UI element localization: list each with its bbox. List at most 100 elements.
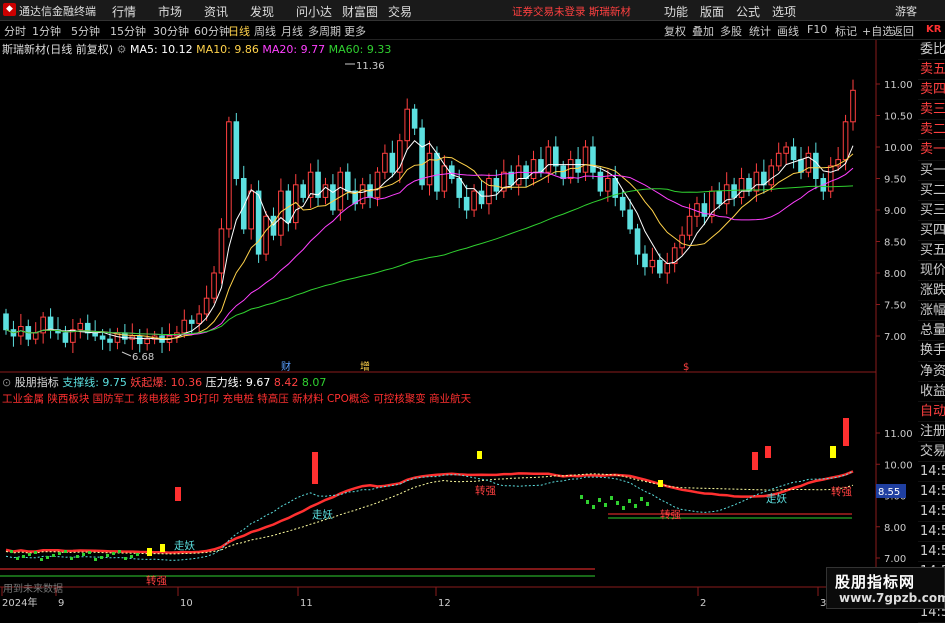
ma60-line (5, 185, 854, 335)
side-panel-item[interactable]: 交易 (918, 442, 945, 462)
signal-label: 转强 (146, 574, 167, 587)
period-tab-15min[interactable]: 15分钟 (110, 23, 146, 39)
period-tab-1min[interactable]: 1分钟 (32, 23, 61, 39)
app-title: 通达信金融终端 (19, 5, 96, 18)
period-tab-5min[interactable]: 5分钟 (71, 23, 100, 39)
tool-draw-button[interactable]: 画线 (777, 23, 799, 39)
candle-body (642, 253, 648, 268)
signal-dot (10, 550, 13, 553)
indicator-tick-label: 11.00 (884, 429, 913, 440)
signal-dot (46, 556, 49, 559)
period-tab-daily[interactable]: 日线 (228, 23, 250, 39)
candle-body (590, 146, 596, 173)
signal-label: 转强 (660, 508, 681, 521)
watermark-url: www.7gpzb.com (839, 591, 945, 605)
candle-body (790, 146, 797, 161)
period-tab-timeshare[interactable]: 分时 (4, 23, 26, 39)
signal-dot (622, 506, 625, 510)
candle-body (530, 159, 537, 179)
menu-item-wealth[interactable]: 财富圈 (342, 3, 388, 20)
chart-area[interactable]: 11.0010.5010.009.509.008.508.007.507.00 … (0, 40, 918, 609)
price-tick-label: 9.00 (884, 206, 906, 217)
signal-dot (640, 497, 643, 501)
tool-adjust-button[interactable]: 复权 (664, 23, 686, 39)
menu-item-market[interactable]: 市场 (158, 3, 204, 20)
candle-body (77, 322, 84, 331)
guest-user[interactable]: 游客 (895, 3, 917, 19)
candle-body (3, 313, 9, 331)
period-tab-weekly[interactable]: 周线 (254, 23, 276, 39)
menu-item-options[interactable]: 选项 (772, 3, 796, 20)
candle-body (605, 178, 611, 192)
event-mark-dollar[interactable]: $ (683, 362, 689, 373)
menu-item-function[interactable]: 功能 (664, 3, 688, 20)
event-mark-increase[interactable]: 增 (360, 360, 370, 373)
candle-body (434, 152, 440, 192)
signal-dot (82, 553, 85, 556)
signal-dot (58, 552, 61, 555)
side-panel-item: 净资 (918, 362, 945, 382)
tool-f10-button[interactable]: F10 (807, 23, 827, 36)
side-panel-item: 14:56 (918, 462, 945, 483)
menu-item-discover[interactable]: 发现 (250, 3, 296, 20)
candle-body (657, 259, 663, 274)
signal-block (658, 480, 663, 487)
side-panel-item: 买二 (918, 181, 945, 201)
menu-item-ask[interactable]: 问小达 (296, 3, 342, 20)
period-tab-multi[interactable]: 多周期 (308, 23, 341, 39)
side-panel-item[interactable]: 注册 (918, 422, 945, 442)
event-mark-finance[interactable]: 财 (281, 360, 291, 373)
main-menu: 行情 市场 资讯 发现 问小达 财富圈 交易 (112, 3, 434, 20)
tool-overlay-button[interactable]: 叠加 (692, 23, 714, 39)
signal-dot (100, 556, 103, 559)
tool-multistock-button[interactable]: 多股 (720, 23, 742, 39)
indicator-name[interactable]: 股朋指标 (15, 376, 59, 389)
candle-body (32, 332, 39, 340)
period-tab-monthly[interactable]: 月线 (281, 23, 303, 39)
signal-dot (88, 551, 91, 554)
signal-dot (40, 558, 43, 561)
side-panel-item: 14:56 (918, 502, 945, 523)
period-tab-more[interactable]: 更多 (344, 23, 366, 39)
tool-add-watchlist-button[interactable]: +自选 (862, 23, 893, 39)
kr-badge: KR (926, 24, 942, 35)
candle-body (226, 121, 232, 230)
period-tab-30min[interactable]: 30分钟 (153, 23, 189, 39)
indicator-tick-label: 7.00 (884, 554, 906, 565)
current-value-label: 8.55 (878, 487, 900, 498)
menu-item-layout[interactable]: 版面 (700, 3, 724, 20)
signal-label: 走妖 (312, 508, 333, 521)
menu-item-news[interactable]: 资讯 (204, 3, 250, 20)
login-status[interactable]: 证券交易未登录 斯瑞新材 (512, 4, 631, 19)
tool-back-button[interactable]: 返回 (892, 23, 914, 39)
period-tab-60min[interactable]: 60分钟 (194, 23, 230, 39)
signal-dot (592, 505, 595, 509)
side-panel-item[interactable]: 自动 (918, 402, 945, 422)
candle-body (842, 121, 849, 161)
signal-dot (580, 495, 583, 499)
time-tick-label: 12 (438, 598, 451, 609)
side-panel-item: 换手 (918, 341, 945, 362)
side-panel-item: 涨跌 (918, 281, 945, 302)
support-line-value: 支撑线: 9.75 (62, 376, 127, 389)
tool-stats-button[interactable]: 统计 (749, 23, 771, 39)
candle-body (144, 338, 150, 345)
candle-body (798, 159, 804, 173)
app-logo-icon: ◆ (3, 3, 16, 16)
signal-dot (22, 555, 25, 558)
quote-side-panel: 委比 卖五 卖四 卖三 卖二 卖一 买一 买二 买三 买四 买五 现价 涨跌 涨幅 总量 换手 净资 收益 自动 注册… (918, 40, 945, 623)
candle-body (359, 184, 366, 205)
menu-item-formula[interactable]: 公式 (736, 3, 760, 20)
side-panel-item: 14:56 (918, 522, 945, 543)
candle-body (411, 108, 418, 129)
signal-dot (94, 558, 97, 561)
menu-item-quotes[interactable]: 行情 (112, 3, 158, 20)
candle-body (731, 184, 737, 198)
signal-dot (28, 553, 31, 556)
candle-body (634, 228, 641, 255)
candle-body (478, 190, 485, 205)
tool-mark-button[interactable]: 标记 (835, 23, 857, 39)
collapse-icon[interactable]: ⊙ (2, 376, 11, 389)
menu-item-trade[interactable]: 交易 (388, 3, 434, 20)
candle-body (753, 171, 760, 192)
